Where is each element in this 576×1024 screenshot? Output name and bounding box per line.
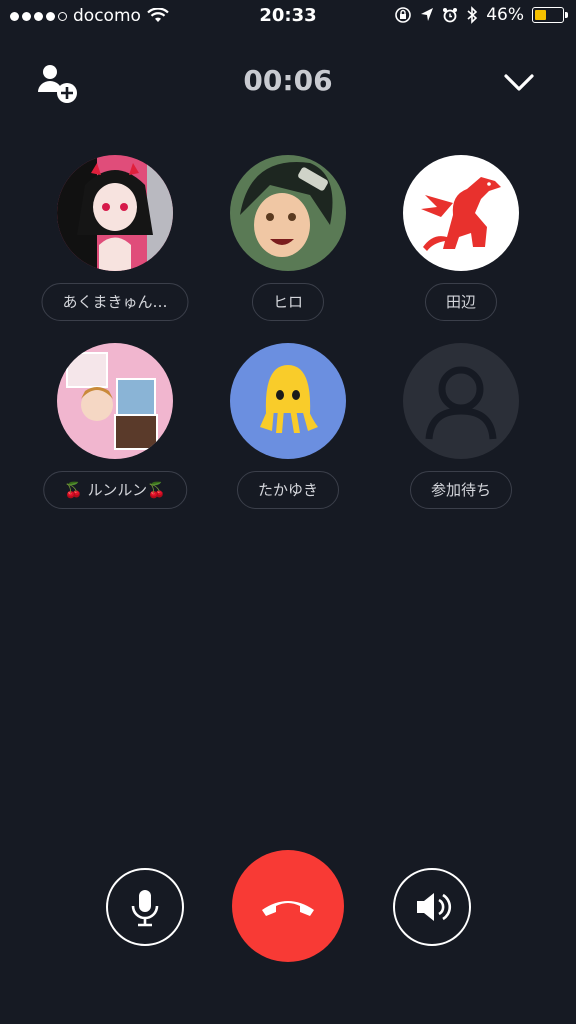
participant-name: たかゆき [236, 471, 340, 509]
end-call-button[interactable] [232, 850, 344, 962]
participant-name: ヒロ [251, 283, 325, 321]
rotation-lock-icon [395, 7, 412, 23]
chevron-down-icon [504, 74, 534, 91]
anime-girl-avatar-image [57, 155, 173, 271]
participant-name: 田辺 [424, 283, 498, 321]
battery-level [535, 10, 546, 20]
battery-icon [532, 7, 568, 23]
hangup-icon [262, 901, 314, 916]
waiting-label: 参加待ち [409, 471, 513, 509]
call-timer: 00:06 [243, 64, 333, 97]
participant-name: あくまきゅん… [41, 283, 189, 321]
battery-percent: 46% [486, 5, 524, 25]
mute-button[interactable] [106, 868, 184, 946]
avatar[interactable] [403, 155, 519, 271]
participant-name: 🍒 ルンルン🍒 [43, 471, 187, 509]
bluetooth-icon [467, 6, 478, 24]
avatar[interactable] [230, 343, 346, 459]
avatar[interactable] [230, 155, 346, 271]
status-bar: docomo 20:33 46% [0, 0, 576, 32]
red-dragon-avatar-image [403, 155, 519, 271]
minimize-call-button[interactable] [500, 66, 538, 100]
speaker-icon [417, 893, 452, 921]
octopus-avatar-image [230, 343, 346, 459]
avatar [403, 343, 519, 459]
anime-collage-avatar-image [57, 343, 173, 459]
avatar[interactable] [57, 155, 173, 271]
avatar[interactable] [57, 343, 173, 459]
anime-boy-avatar-image [230, 155, 346, 271]
status-right: 46% [394, 5, 568, 25]
speaker-button[interactable] [393, 868, 471, 946]
alarm-icon [443, 8, 458, 23]
microphone-icon [131, 890, 159, 927]
location-icon [421, 8, 434, 21]
person-placeholder-icon [403, 343, 519, 459]
